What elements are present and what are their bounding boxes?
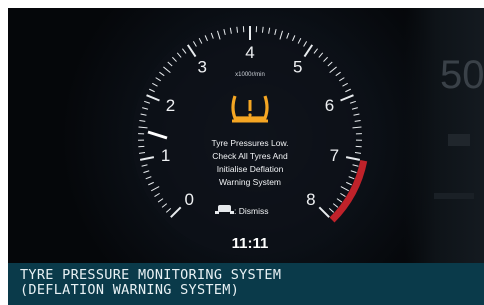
right-bar xyxy=(434,193,474,199)
tick-label-2: 2 xyxy=(166,96,175,115)
unit-label: x1000r/min xyxy=(235,72,265,78)
right-indicator xyxy=(448,134,470,146)
warning-line-3: Initialise Deflation xyxy=(217,164,284,174)
tick-label-0: 0 xyxy=(184,190,193,209)
dashboard-display: 0 1 2 3 4 5 6 7 8 x1000r/min Tyre Pressures Low.… xyxy=(8,8,484,263)
tick-label-6: 6 xyxy=(325,96,334,115)
caption-bar: TYRE PRESSURE MONITORING SYSTEM (DEFLATI… xyxy=(8,263,484,305)
dismiss-label: : Dismiss xyxy=(234,206,268,216)
tick-label-7: 7 xyxy=(330,146,339,165)
caption-line-2: (DEFLATION WARNING SYSTEM) xyxy=(20,282,240,298)
clock: 11:11 xyxy=(232,235,269,252)
warning-line-1: Tyre Pressures Low. xyxy=(211,138,288,148)
tick-label-8: 8 xyxy=(306,190,315,209)
warning-line-4: Warning System xyxy=(219,177,281,187)
warning-line-2: Check All Tyres And xyxy=(212,151,288,161)
tick-label-5: 5 xyxy=(293,57,302,76)
tick-label-3: 3 xyxy=(197,57,206,76)
tachometer-gauge: 0 1 2 3 4 5 6 7 8 x1000r/min Tyre Pressures Low.… xyxy=(132,20,484,256)
caption-line-1: TYRE PRESSURE MONITORING SYSTEM xyxy=(20,267,282,283)
tick-label-4: 4 xyxy=(245,43,254,62)
speed-readout: 50 xyxy=(440,53,484,97)
tick-label-1: 1 xyxy=(161,146,170,165)
minor-tick xyxy=(261,26,264,33)
minor-tick xyxy=(236,26,239,33)
